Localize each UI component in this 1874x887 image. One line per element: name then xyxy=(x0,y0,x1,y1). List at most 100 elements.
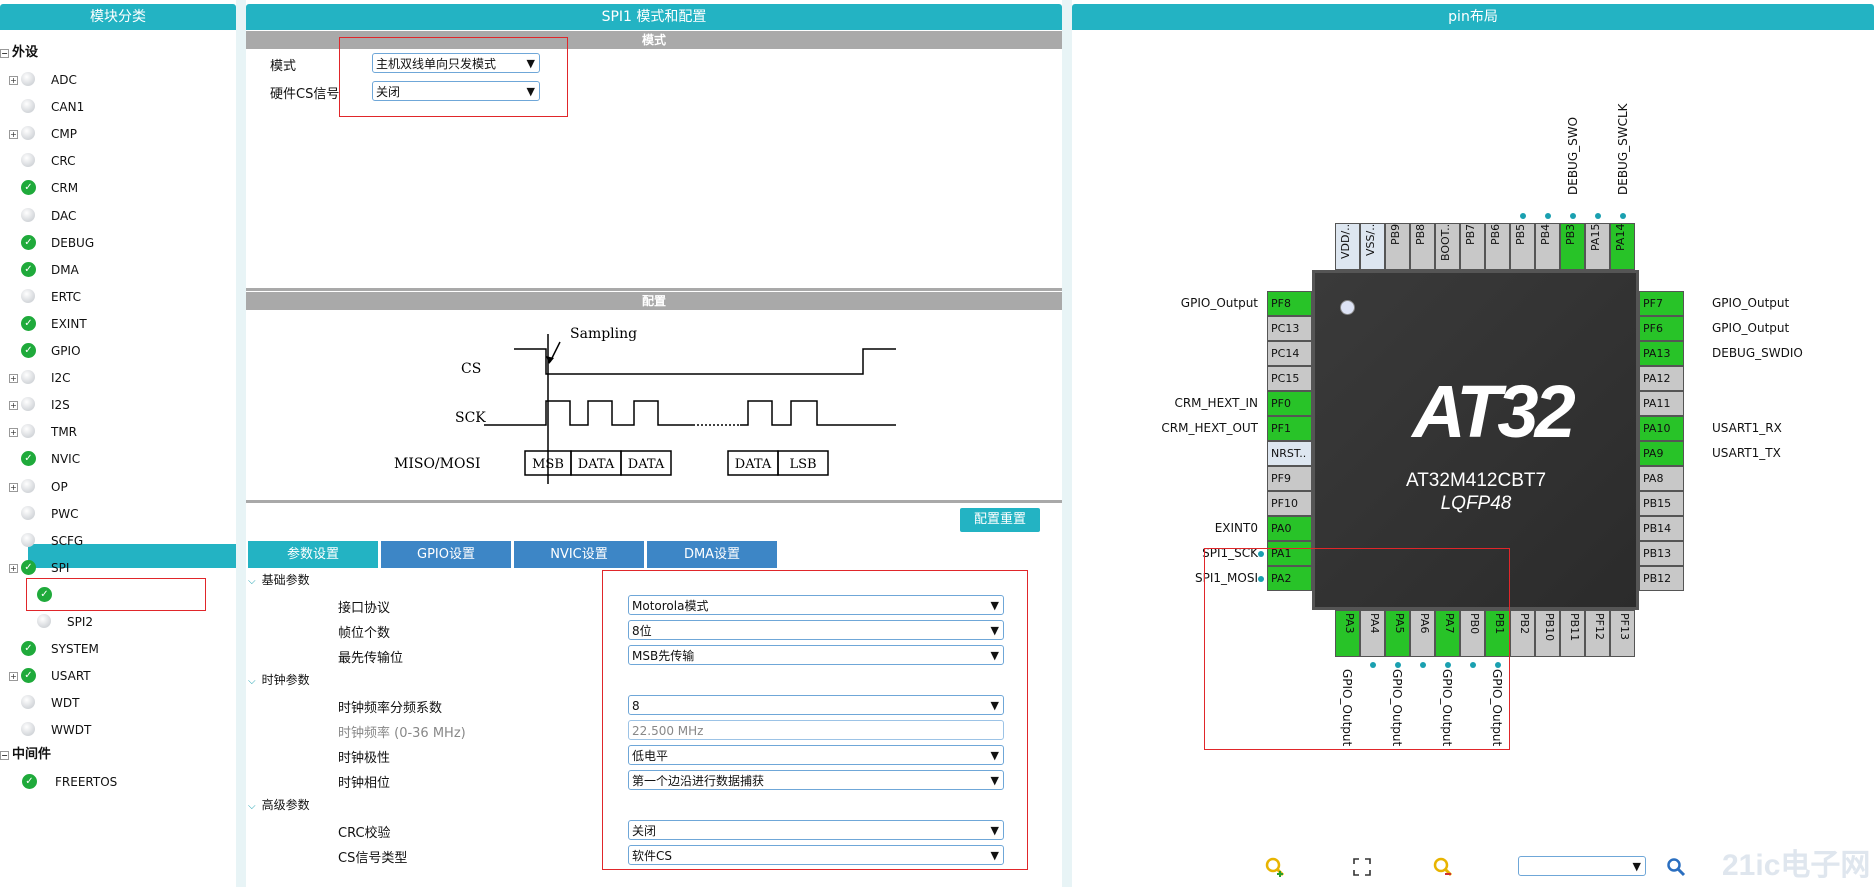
pin-search-select[interactable]: ▼ xyxy=(1518,856,1646,876)
tree-item-wdt[interactable]: WDT xyxy=(0,693,236,713)
section-advanced[interactable]: ⌵ 高级参数 xyxy=(248,796,310,813)
pin-pf6[interactable]: PF6 xyxy=(1639,316,1684,341)
tab-params[interactable]: 参数设置 xyxy=(248,541,378,568)
tree-item-i2s[interactable]: + I2S xyxy=(0,395,236,415)
section-basic[interactable]: ⌵ 基础参数 xyxy=(248,571,310,588)
tree-item-spi[interactable]: + ✓ SPI xyxy=(0,558,236,578)
pin1-marker xyxy=(1340,300,1355,315)
pin-pf0[interactable]: PF0 xyxy=(1267,391,1312,416)
pin-pf1[interactable]: PF1 xyxy=(1267,416,1312,441)
pin-pf9[interactable]: PF9 xyxy=(1267,466,1312,491)
zoom-out-icon[interactable] xyxy=(1432,856,1454,878)
pin-pb9[interactable]: PB9 xyxy=(1385,223,1410,270)
pin-pa9[interactable]: PA9 xyxy=(1639,441,1684,466)
tree-item-adc[interactable]: + ADC xyxy=(0,70,236,90)
pin-pa12[interactable]: PA12 xyxy=(1639,366,1684,391)
tree-item-pwc[interactable]: PWC xyxy=(0,504,236,524)
pin-vss[interactable]: VSS/.. xyxy=(1360,223,1385,270)
pin-pc15[interactable]: PC15 xyxy=(1267,366,1312,391)
tree-item-ertc[interactable]: ERTC xyxy=(0,287,236,307)
status-dot-icon xyxy=(21,424,35,439)
pin-pc13[interactable]: PC13 xyxy=(1267,316,1312,341)
panel-divider[interactable] xyxy=(1062,0,1072,887)
pin-pb15[interactable]: PB15 xyxy=(1639,491,1684,516)
pin-pb6[interactable]: PB6 xyxy=(1485,223,1510,270)
pin-pb14[interactable]: PB14 xyxy=(1639,516,1684,541)
tree-item-crc[interactable]: CRC xyxy=(0,151,236,171)
expand-icon[interactable]: + xyxy=(9,428,18,438)
pin-pb7[interactable]: PB7 xyxy=(1460,223,1485,270)
tree-item-debug[interactable]: ✓ DEBUG xyxy=(0,233,236,253)
expand-icon[interactable]: + xyxy=(9,482,18,492)
check-circle-icon: ✓ xyxy=(21,451,36,467)
pin-pb3[interactable]: PB3 xyxy=(1560,223,1585,270)
pin-pb11[interactable]: PB11 xyxy=(1560,610,1585,657)
tree-item-dac[interactable]: DAC xyxy=(0,206,236,226)
tree-item-can1[interactable]: CAN1 xyxy=(0,97,236,117)
expand-icon[interactable]: + xyxy=(9,563,18,573)
tree-item-i2c[interactable]: + I2C xyxy=(0,368,236,388)
config-reset-button[interactable]: 配置重置 xyxy=(960,508,1040,532)
expand-icon[interactable]: + xyxy=(9,76,18,85)
tree-item-tmr[interactable]: + TMR xyxy=(0,422,236,442)
tree-item-gpio[interactable]: ✓ GPIO xyxy=(0,341,236,361)
tree-item-system[interactable]: ✓ SYSTEM xyxy=(0,639,236,659)
tab-nvic[interactable]: NVIC设置 xyxy=(514,541,644,568)
pin-pa15[interactable]: PA15 xyxy=(1585,223,1610,270)
mode-label: 模式 xyxy=(270,59,297,74)
pin-pa0[interactable]: PA0 xyxy=(1267,516,1312,541)
tree-item-dma[interactable]: ✓ DMA xyxy=(0,260,236,280)
pin-pb13[interactable]: PB13 xyxy=(1639,541,1684,566)
expand-icon[interactable]: + xyxy=(9,130,18,140)
tree-item-crm[interactable]: ✓ CRM xyxy=(0,178,236,198)
pin-signal-label: EXINT0 xyxy=(1214,521,1258,535)
pin-pc14[interactable]: PC14 xyxy=(1267,341,1312,366)
diagram-cs-label: CS xyxy=(461,361,481,377)
fullscreen-icon[interactable] xyxy=(1352,857,1372,877)
tree-item-cmp[interactable]: + CMP xyxy=(0,124,236,144)
tree-group-middleware[interactable]: − 中间件 xyxy=(0,745,51,765)
tab-gpio[interactable]: GPIO设置 xyxy=(381,541,511,568)
tree-item-op[interactable]: + OP xyxy=(0,477,236,497)
collapse-icon[interactable]: − xyxy=(0,751,9,760)
pin-pa10[interactable]: PA10 xyxy=(1639,416,1684,441)
tree-item-usart[interactable]: + ✓ USART xyxy=(0,666,236,686)
zoom-in-icon[interactable] xyxy=(1264,856,1286,878)
expand-icon[interactable]: + xyxy=(9,672,18,682)
tree-group-peripherals[interactable]: − 外设 xyxy=(0,43,38,63)
collapse-icon[interactable]: − xyxy=(0,49,9,58)
pin-pf12[interactable]: PF12 xyxy=(1585,610,1610,657)
search-icon[interactable] xyxy=(1666,857,1686,877)
tree-item-scfg[interactable]: SCFG xyxy=(0,531,236,551)
pin-pa8[interactable]: PA8 xyxy=(1639,466,1684,491)
pin-pb12[interactable]: PB12 xyxy=(1639,566,1684,591)
pin-pa13[interactable]: PA13 xyxy=(1639,341,1684,366)
pin-pb5[interactable]: PB5 xyxy=(1510,223,1535,270)
config-section-header: 配置 xyxy=(246,292,1062,310)
pin-pf13[interactable]: PF13 xyxy=(1610,610,1635,657)
tree-item-wwdt[interactable]: WWDT xyxy=(0,720,236,740)
expand-icon[interactable]: + xyxy=(9,374,18,384)
tree-item-nvic[interactable]: ✓ NVIC xyxy=(0,449,236,469)
pin-pb8[interactable]: PB8 xyxy=(1410,223,1435,270)
pin-boot[interactable]: BOOT.. xyxy=(1435,223,1460,270)
tree-item-exint[interactable]: ✓ EXINT xyxy=(0,314,236,334)
tree-item-freertos[interactable]: ✓ FREERTOS xyxy=(0,772,236,792)
pin-vdd[interactable]: VDD/.. xyxy=(1335,223,1360,270)
pin-pb4[interactable]: PB4 xyxy=(1535,223,1560,270)
panel-divider[interactable] xyxy=(236,0,246,887)
tab-dma[interactable]: DMA设置 xyxy=(647,541,777,568)
tree-item-spi2[interactable]: SPI2 xyxy=(0,612,236,632)
pin-nrst[interactable]: NRST.. xyxy=(1267,441,1312,466)
pin-pa11[interactable]: PA11 xyxy=(1639,391,1684,416)
expand-icon[interactable]: + xyxy=(9,401,18,411)
pin-pb2[interactable]: PB2 xyxy=(1510,610,1535,657)
check-circle-icon: ✓ xyxy=(21,234,36,250)
pin-pf10[interactable]: PF10 xyxy=(1267,491,1312,516)
section-clock[interactable]: ⌵ 时钟参数 xyxy=(248,671,310,688)
pin-pf7[interactable]: PF7 xyxy=(1639,291,1684,316)
pin-pf8[interactable]: PF8 xyxy=(1267,291,1312,316)
check-circle-icon: ✓ xyxy=(21,315,36,331)
pin-pa14[interactable]: PA14 xyxy=(1610,223,1635,270)
pin-pb10[interactable]: PB10 xyxy=(1535,610,1560,657)
